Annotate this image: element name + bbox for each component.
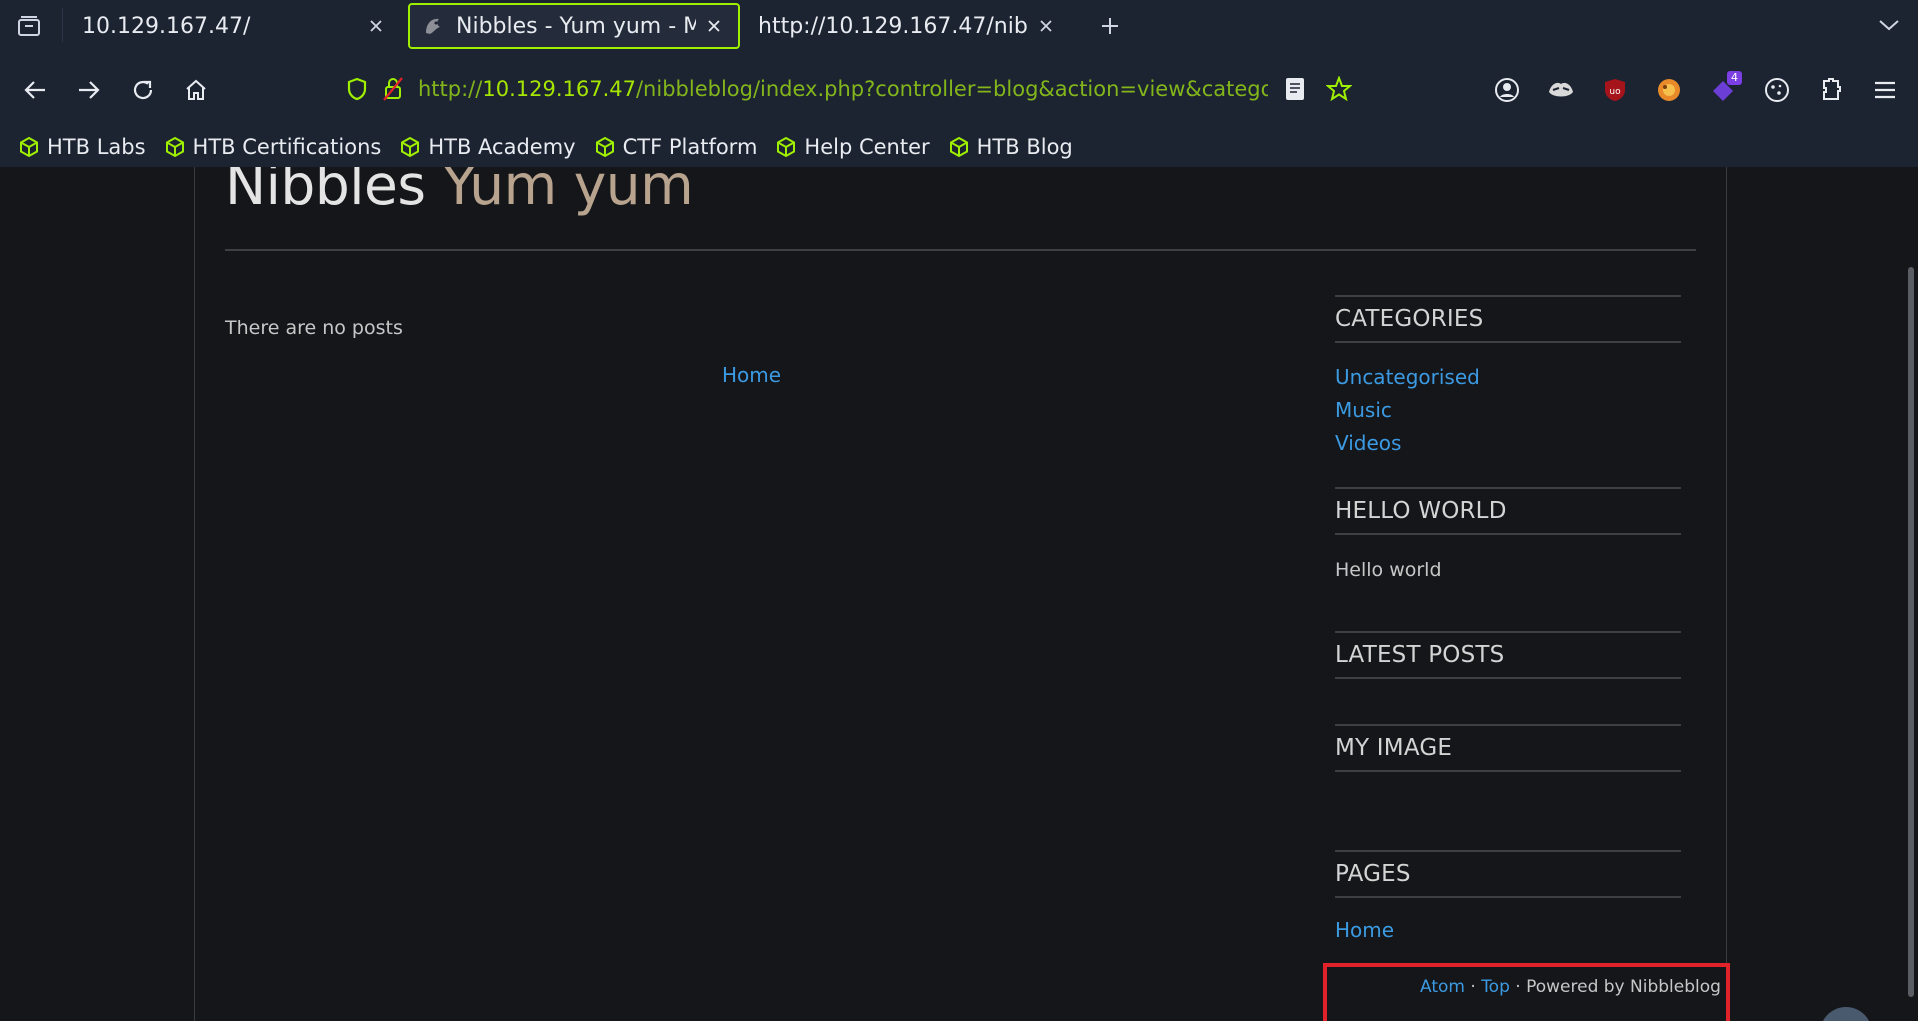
url-scheme: http:// xyxy=(418,77,483,101)
bookmark-htb-academy[interactable]: HTB Academy xyxy=(399,135,576,159)
foxyproxy-extension-icon[interactable] xyxy=(1542,71,1580,109)
url-path: /nibbleblog/index.php?controller=blog&ac… xyxy=(635,77,1268,101)
hello-world-text: Hello world xyxy=(1335,559,1442,581)
tab-label: http://10.129.167.47/nibbleblog xyxy=(758,13,1028,39)
blog-name: Nibbles xyxy=(225,167,426,217)
hello-world-widget: HELLO WORLD Hello world xyxy=(1335,487,1681,631)
bookmark-label: Help Center xyxy=(804,135,930,159)
bookmark-help-center[interactable]: Help Center xyxy=(775,135,930,159)
htb-cube-icon xyxy=(948,136,970,158)
widget-title: LATEST POSTS xyxy=(1335,631,1681,679)
wappalyzer-extension-icon[interactable]: 4 xyxy=(1704,71,1742,109)
htb-cube-icon xyxy=(164,136,186,158)
footer: Atom · Top · Powered by Nibbleblog xyxy=(1420,977,1721,997)
pages-widget: PAGES Home xyxy=(1335,850,1681,947)
forward-arrow-icon[interactable] xyxy=(72,73,106,107)
scrollbar[interactable] xyxy=(1908,267,1914,997)
categories-widget: CATEGORIES Uncategorised Music Videos xyxy=(1335,295,1681,487)
close-icon[interactable] xyxy=(1034,14,1058,38)
reader-view-icon[interactable] xyxy=(1282,74,1308,104)
sidebar: CATEGORIES Uncategorised Music Videos HE… xyxy=(1335,295,1681,947)
tab-label: Nibbles - Yum yum - Music xyxy=(456,13,696,39)
widget-title: MY IMAGE xyxy=(1335,724,1681,772)
tracking-shield-icon[interactable] xyxy=(342,74,372,104)
htb-cube-icon xyxy=(594,136,616,158)
page-home-link[interactable]: Home xyxy=(1335,914,1681,947)
bookmark-label: HTB Certifications xyxy=(192,135,382,159)
navigation-toolbar: http://10.129.167.47/nibbleblog/index.ph… xyxy=(0,51,1918,127)
footer-separator: · xyxy=(1464,977,1482,997)
htb-cube-icon xyxy=(399,136,421,158)
extension-badge: 4 xyxy=(1727,71,1742,85)
extensions-puzzle-icon[interactable] xyxy=(1812,71,1850,109)
bookmark-label: HTB Blog xyxy=(976,135,1073,159)
account-icon[interactable] xyxy=(1488,71,1526,109)
floating-action-button[interactable] xyxy=(1820,1007,1872,1021)
cookie-editor-icon[interactable] xyxy=(1758,71,1796,109)
category-uncategorised[interactable]: Uncategorised xyxy=(1335,361,1681,394)
widget-title: CATEGORIES xyxy=(1335,295,1681,343)
insecure-lock-icon[interactable] xyxy=(378,74,408,104)
chevron-down-icon[interactable] xyxy=(1874,12,1904,38)
home-link[interactable]: Home xyxy=(722,363,781,387)
page-viewport: Nibbles Yum yum There are no posts Home … xyxy=(0,167,1918,1021)
bookmark-label: HTB Academy xyxy=(428,135,576,159)
latest-posts-widget: LATEST POSTS xyxy=(1335,631,1681,724)
category-videos[interactable]: Videos xyxy=(1335,427,1681,460)
bookmark-star-icon[interactable] xyxy=(1324,74,1354,104)
tab-bar: 10.129.167.47/ Nibbles - Yum yum - Music… xyxy=(0,0,1918,51)
bookmark-htb-certifications[interactable]: HTB Certifications xyxy=(164,135,382,159)
close-icon[interactable] xyxy=(364,14,388,38)
url-host: 10.129.167.47 xyxy=(482,77,636,101)
bookmark-label: HTB Labs xyxy=(47,135,146,159)
tab-list-icon[interactable] xyxy=(12,12,46,40)
window-bottom-edge xyxy=(0,1021,1918,1031)
top-link[interactable]: Top xyxy=(1481,977,1510,997)
htb-cube-icon xyxy=(18,136,40,158)
reload-icon[interactable] xyxy=(126,73,160,107)
powered-by-text: · Powered by Nibbleblog xyxy=(1509,977,1721,997)
address-bar[interactable]: http://10.129.167.47/nibbleblog/index.ph… xyxy=(336,65,1356,113)
tab-1[interactable]: 10.129.167.47/ xyxy=(66,3,396,49)
bookmark-htb-labs[interactable]: HTB Labs xyxy=(18,135,146,159)
back-arrow-icon[interactable] xyxy=(18,73,52,107)
svg-text:uo: uo xyxy=(1609,87,1621,97)
htb-cube-icon xyxy=(775,136,797,158)
hackbar-extension-icon[interactable] xyxy=(1650,71,1688,109)
tab-3[interactable]: http://10.129.167.47/nibbleblog xyxy=(742,3,1066,49)
nibbles-favicon-icon xyxy=(422,15,444,37)
header-divider xyxy=(225,249,1696,251)
tab-separator xyxy=(62,8,63,42)
blog-title: Nibbles Yum yum xyxy=(225,167,694,217)
tab-label: 10.129.167.47/ xyxy=(82,13,251,39)
no-posts-message: There are no posts xyxy=(225,317,403,339)
bookmark-label: CTF Platform xyxy=(622,135,758,159)
new-tab-plus-icon[interactable] xyxy=(1096,12,1124,40)
my-image-widget: MY IMAGE xyxy=(1335,724,1681,850)
close-icon[interactable] xyxy=(702,14,726,38)
bookmarks-toolbar: HTB Labs HTB Certifications HTB Academy … xyxy=(0,127,1918,167)
url-text[interactable]: http://10.129.167.47/nibbleblog/index.ph… xyxy=(418,77,1268,101)
atom-feed-link[interactable]: Atom xyxy=(1420,977,1465,997)
tab-2-active[interactable]: Nibbles - Yum yum - Music xyxy=(408,3,740,49)
bookmark-htb-blog[interactable]: HTB Blog xyxy=(948,135,1073,159)
ublock-origin-icon[interactable]: uo xyxy=(1596,71,1634,109)
widget-title: PAGES xyxy=(1335,850,1681,898)
widget-title: HELLO WORLD xyxy=(1335,487,1681,535)
hamburger-menu-icon[interactable] xyxy=(1866,71,1904,109)
blog-slogan: Yum yum xyxy=(442,167,694,217)
category-music[interactable]: Music xyxy=(1335,394,1681,427)
bookmark-ctf-platform[interactable]: CTF Platform xyxy=(594,135,758,159)
home-icon[interactable] xyxy=(179,73,213,107)
